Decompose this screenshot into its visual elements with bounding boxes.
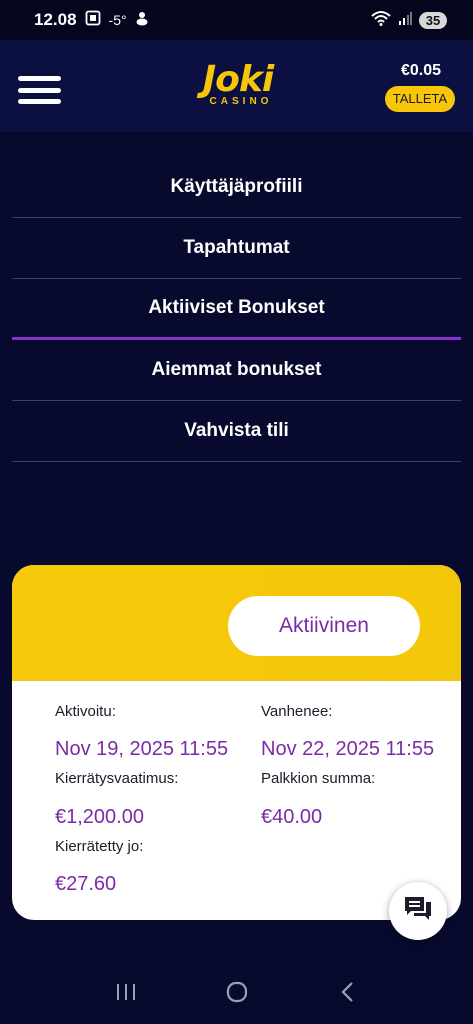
- wagered-value: €27.60: [55, 873, 117, 895]
- status-time: 12.08: [34, 10, 77, 29]
- profile-menu: Käyttäjäprofiili Tapahtumat Aktiiviset B…: [12, 157, 461, 462]
- app-header: Joki CASINO €0.05 TALLETA: [0, 40, 473, 132]
- activated-value: Nov 19, 2025 11:55: [55, 738, 229, 760]
- screenshot-icon: [85, 10, 101, 31]
- battery-indicator: 35: [419, 11, 447, 29]
- back-button[interactable]: [328, 972, 368, 1012]
- menu-item-previous-bonuses[interactable]: Aiemmat bonukset: [12, 340, 461, 401]
- status-temperature: -5°: [108, 12, 127, 28]
- signal-icon: [398, 10, 412, 30]
- deposit-button[interactable]: TALLETA: [385, 86, 455, 112]
- chat-icon: [402, 894, 434, 929]
- status-left: 12.08 -5°: [34, 10, 149, 31]
- bonus-status-badge: Aktiivinen: [228, 596, 420, 656]
- reward-amount-label: Palkkion summa:: [261, 770, 376, 787]
- menu-item-active-bonuses[interactable]: Aktiiviset Bonukset: [12, 279, 461, 340]
- recent-apps-button[interactable]: [106, 972, 146, 1012]
- menu-item-verify-account[interactable]: Vahvista tili: [12, 401, 461, 462]
- wagering-requirement-label: Kierrätysvaatimus:: [55, 770, 179, 787]
- hamburger-menu-icon[interactable]: [18, 76, 61, 104]
- status-right: 35: [371, 10, 447, 31]
- menu-item-user-profile[interactable]: Käyttäjäprofiili: [12, 157, 461, 218]
- bonus-card: Aktiivinen Aktivoitu: Nov 19, 2025 11:55…: [12, 565, 461, 920]
- expires-value: Nov 22, 2025 11:55: [261, 738, 435, 760]
- system-nav-bar: [0, 960, 473, 1024]
- wagered-label: Kierrätetty jo:: [55, 838, 144, 855]
- wagering-requirement-value: €1,200.00: [55, 806, 144, 828]
- reward-amount-value: €40.00: [261, 806, 323, 828]
- account-balance: €0.05: [400, 62, 441, 79]
- status-bar: 12.08 -5° 35: [0, 0, 473, 40]
- home-button[interactable]: [217, 972, 257, 1012]
- joki-casino-logo[interactable]: Joki CASINO: [193, 62, 283, 112]
- logo-text: Joki: [202, 59, 274, 100]
- menu-item-transactions[interactable]: Tapahtumat: [12, 218, 461, 279]
- activated-label: Aktivoitu:: [55, 703, 116, 720]
- expires-label: Vanhenee:: [261, 703, 333, 720]
- weather-icon: [135, 10, 149, 31]
- chat-button[interactable]: [389, 882, 447, 940]
- wifi-icon: [371, 10, 391, 31]
- bonus-card-header: Aktiivinen: [12, 565, 461, 681]
